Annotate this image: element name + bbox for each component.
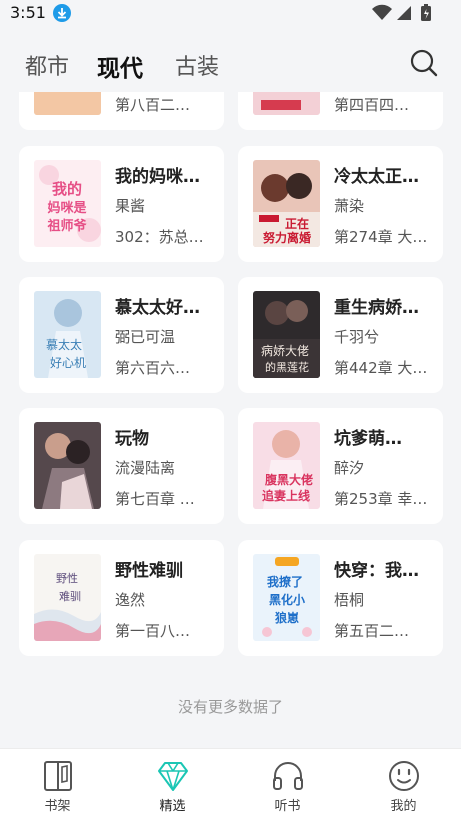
svg-text:慕太太: 慕太太: [46, 337, 82, 352]
book-card[interactable]: 病娇大佬 的黑莲花 重生病娇… 千羽兮 第442章 大…: [238, 277, 443, 393]
book-title: 玩物: [115, 429, 149, 449]
bottom-nav: 书架 精选 听书 我的: [0, 748, 461, 814]
nav-label: 书架: [44, 799, 71, 814]
book-card[interactable]: 野性 难驯 野性难驯 逸然 第一百八…: [19, 540, 224, 656]
book-card[interactable]: 玩物 流漫陆离 第七百章 …: [19, 408, 224, 524]
headphones-icon: [273, 762, 303, 790]
book-chapter: 第五百二…: [334, 622, 410, 640]
book-author: 弼已可温: [115, 328, 176, 346]
category-tabs: 都市 现代 古装: [0, 36, 461, 92]
book-cover: [34, 92, 101, 115]
svg-text:野性: 野性: [56, 571, 78, 585]
book-title: 坑爹萌…: [334, 429, 402, 449]
book-cover: 我撩了 黑化小 狼崽: [253, 554, 320, 641]
book-author: 果酱: [115, 197, 146, 215]
book-author: 萧染: [334, 197, 365, 215]
svg-text:正在: 正在: [285, 216, 309, 231]
svg-text:病娇大佬: 病娇大佬: [261, 343, 309, 358]
nav-label: 听书: [274, 799, 301, 814]
book-chapter: 第四百四…: [334, 96, 410, 114]
status-time: 3:51: [10, 3, 46, 22]
nav-label: 精选: [159, 799, 186, 814]
book-chapter: 第七百章 …: [115, 490, 195, 508]
book-author: 逸然: [115, 591, 146, 609]
book-chapter: 第442章 大…: [334, 359, 428, 377]
svg-text:难驯: 难驯: [59, 590, 81, 603]
book-title: 快穿：我…: [334, 561, 419, 581]
nav-label: 我的: [390, 799, 417, 814]
svg-text:腹黑大佬: 腹黑大佬: [265, 472, 313, 487]
bookshelf-icon: [44, 761, 72, 791]
end-of-list-text: 没有更多数据了: [177, 698, 283, 716]
tab-dushi[interactable]: 都市: [25, 49, 69, 81]
smiley-icon: [389, 761, 419, 791]
book-title: 野性难驯: [115, 561, 183, 581]
svg-text:黑化小: 黑化小: [269, 592, 305, 607]
svg-text:我撩了: 我撩了: [267, 574, 303, 589]
book-card[interactable]: 第八百二…: [19, 92, 224, 130]
book-card[interactable]: 第四百四…: [238, 92, 443, 130]
system-status-icons: [372, 4, 431, 21]
svg-text:努力离婚: 努力离婚: [263, 230, 311, 245]
book-author: 梧桐: [334, 591, 365, 609]
svg-text:的黑莲花: 的黑莲花: [265, 360, 309, 374]
nav-audiobooks[interactable]: 听书: [230, 749, 345, 814]
diamond-icon: [158, 762, 188, 791]
svg-text:妈咪是: 妈咪是: [47, 200, 87, 216]
book-cover: [34, 422, 101, 509]
svg-text:祖师爷: 祖师爷: [46, 218, 87, 234]
book-title: 我的妈咪…: [115, 167, 200, 187]
book-card[interactable]: 腹黑大佬 追妻上线 坑爹萌… 醉汐 第253章 幸…: [238, 408, 443, 524]
download-icon: [53, 4, 71, 22]
book-author: 醉汐: [334, 459, 365, 477]
book-title: 慕太太好…: [115, 298, 200, 318]
book-chapter: 第八百二…: [115, 96, 191, 114]
book-card[interactable]: 正在 努力离婚 冷太太正… 萧染 第274章 大…: [238, 146, 443, 262]
book-chapter: 302：苏总…: [115, 228, 204, 246]
book-cover: 我的 妈咪是 祖师爷: [34, 160, 101, 247]
nav-bookshelf[interactable]: 书架: [0, 749, 115, 814]
book-chapter: 第274章 大…: [334, 228, 428, 246]
book-cover: 正在 努力离婚: [253, 160, 320, 247]
book-author: 流漫陆离: [115, 459, 176, 477]
search-icon[interactable]: [409, 48, 439, 78]
svg-text:追妻上线: 追妻上线: [262, 488, 310, 503]
status-bar: 3:51: [0, 0, 461, 26]
book-chapter: 第六百六…: [115, 359, 191, 377]
book-card[interactable]: 慕太太 好心机 慕太太好… 弼已可温 第六百六…: [19, 277, 224, 393]
svg-text:狼崽: 狼崽: [275, 610, 299, 625]
tab-xiandai[interactable]: 现代: [97, 49, 143, 83]
book-chapter: 第一百八…: [115, 622, 191, 640]
tab-guzhuang[interactable]: 古装: [175, 49, 219, 81]
book-title: 冷太太正…: [334, 167, 419, 187]
svg-text:好心机: 好心机: [50, 356, 86, 370]
book-cover: [253, 92, 320, 115]
book-chapter: 第253章 幸…: [334, 490, 428, 508]
book-cover: 野性 难驯: [34, 554, 101, 641]
book-card[interactable]: 我撩了 黑化小 狼崽 快穿：我… 梧桐 第五百二…: [238, 540, 443, 656]
book-author: 千羽兮: [334, 328, 380, 346]
nav-featured[interactable]: 精选: [115, 749, 230, 814]
svg-text:我的: 我的: [52, 180, 82, 198]
book-list: 第八百二… 第四百四… 我的 妈咪是 祖师爷 我的妈咪… 果酱 302：苏总…: [0, 92, 461, 748]
book-cover: 慕太太 好心机: [34, 291, 101, 378]
book-card[interactable]: 我的 妈咪是 祖师爷 我的妈咪… 果酱 302：苏总…: [19, 146, 224, 262]
book-cover: 腹黑大佬 追妻上线: [253, 422, 320, 509]
nav-profile[interactable]: 我的: [346, 749, 461, 814]
book-cover: 病娇大佬 的黑莲花: [253, 291, 320, 378]
book-title: 重生病娇…: [334, 298, 419, 318]
